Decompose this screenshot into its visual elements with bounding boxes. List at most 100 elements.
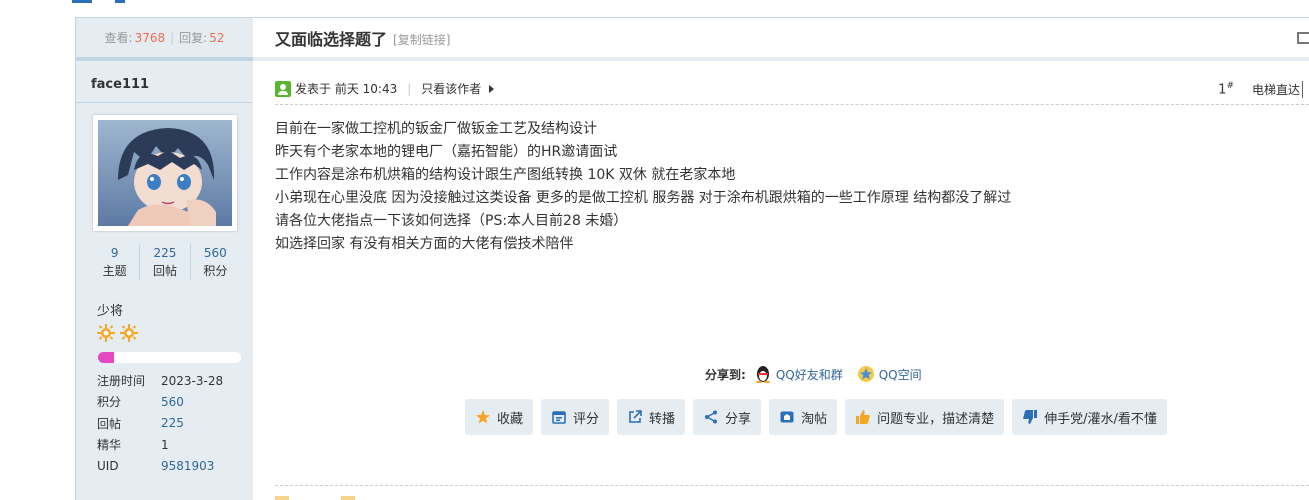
posted-label: 发表于 xyxy=(295,82,332,96)
thumbs-up-icon xyxy=(856,410,870,424)
info-row: 注册时间 2023-3-28 xyxy=(97,370,223,391)
share-bar: 分享到: QQ好友和群 QQ空间 xyxy=(705,365,936,383)
top-link-fragment xyxy=(72,0,92,3)
only-author-link[interactable]: 只看该作者 xyxy=(421,80,481,97)
author-info: 注册时间 2023-3-28 积分 560 回帖 225 精华 1 UID 95… xyxy=(97,370,223,476)
forward-button[interactable]: 转播 xyxy=(617,399,686,435)
copy-link-button[interactable]: [复制链接] xyxy=(393,31,450,48)
info-value[interactable]: 225 xyxy=(161,416,184,430)
taobao-icon xyxy=(780,411,794,423)
avatar[interactable] xyxy=(98,120,232,226)
share-btn-label: 分享 xyxy=(725,411,752,427)
avatar-frame[interactable] xyxy=(93,115,237,231)
next-row-peek xyxy=(275,496,355,500)
count-label: 回帖 xyxy=(152,264,177,278)
page: 查看: 3768 | 回复: 52 face111 9 主题 225 回帖 56… xyxy=(0,0,1309,500)
post-line: 昨天有个老家本地的锂电厂（嘉拓智能）的HR邀请面试 xyxy=(275,144,618,160)
count-label: 积分 xyxy=(203,264,228,278)
rate-label: 评分 xyxy=(573,411,600,427)
folder-icon xyxy=(275,496,289,500)
info-value[interactable]: 9581903 xyxy=(161,459,214,473)
qq-penguin-icon xyxy=(755,366,770,383)
post-line: 如选择回家 有没有相关方面的大佬有偿技术陪伴 xyxy=(275,236,574,252)
forward-label: 转播 xyxy=(649,411,676,427)
info-key: 注册时间 xyxy=(97,374,146,389)
stats-separator: | xyxy=(170,30,175,45)
info-row: 回帖 225 xyxy=(97,413,223,434)
rate-button[interactable]: 评分 xyxy=(541,399,610,435)
info-key: 精华 xyxy=(97,438,122,453)
replies-label: 回复: xyxy=(179,31,208,45)
taobao-button[interactable]: 淘帖 xyxy=(769,399,838,435)
floor-sup: # xyxy=(1226,80,1234,91)
meta-divider: | xyxy=(407,81,412,96)
count-topics[interactable]: 9 主题 xyxy=(90,244,139,280)
share-qq-friends[interactable]: QQ好友和群 xyxy=(754,365,843,383)
dislike-label: 伸手党/灌水/看不懂 xyxy=(1044,411,1157,427)
star-icon xyxy=(476,410,490,424)
info-row: 精华 1 xyxy=(97,434,223,455)
author-counts: 9 主题 225 回帖 560 积分 xyxy=(90,244,240,280)
info-value[interactable]: 560 xyxy=(161,395,184,409)
sun-icon xyxy=(120,324,138,342)
info-key: 回帖 xyxy=(97,416,122,431)
post-main: 又面临选择题了 [复制链接] 发表于 前天 10:43 | 只看该作者 1# 电… xyxy=(253,17,1309,500)
print-icon[interactable] xyxy=(1297,32,1309,44)
caret-right-icon xyxy=(489,84,495,93)
calendar-icon xyxy=(552,411,566,424)
post-line: 请各位大佬指点一下该如何选择（PS:本人目前28 未婚） xyxy=(275,213,628,229)
rank-icons xyxy=(97,324,138,342)
info-row: UID 9581903 xyxy=(97,455,223,476)
floor-info: 1# 电梯直达 xyxy=(1218,73,1303,105)
views-count: 3768 xyxy=(134,30,166,45)
rank-progress-bar xyxy=(98,352,241,363)
info-key: 积分 xyxy=(97,395,122,410)
post-line: 目前在一家做工控机的钣金厂做钣金工艺及结构设计 xyxy=(275,121,597,137)
count-value: 560 xyxy=(203,246,227,260)
thread-title: 又面临选择题了 xyxy=(275,29,388,49)
favorite-button[interactable]: 收藏 xyxy=(465,399,534,435)
info-key: UID xyxy=(97,458,119,473)
share-qzone-label: QQ空间 xyxy=(878,367,922,382)
views-label: 查看: xyxy=(104,31,133,45)
jump-to-floor[interactable]: 电梯直达 xyxy=(1252,80,1303,98)
author-sidebar: 查看: 3768 | 回复: 52 face111 9 主题 225 回帖 56… xyxy=(75,17,253,500)
thread-stats: 查看: 3768 | 回复: 52 xyxy=(76,18,253,61)
post-line: 工作内容是涂布机烘箱的结构设计跟生产图纸转换 10K 双休 就在老家本地 xyxy=(275,167,736,183)
post-actions: 收藏 评分 转播 分享 淘帖 问题专业，描述清楚 伸手党/灌水/看不懂 xyxy=(465,399,1167,435)
post-bottom-divider xyxy=(275,485,1309,486)
share-icon xyxy=(705,410,718,424)
taobao-label: 淘帖 xyxy=(801,411,828,427)
count-points[interactable]: 560 积分 xyxy=(189,244,240,280)
info-row: 积分 560 xyxy=(97,391,223,412)
count-label: 主题 xyxy=(102,264,127,278)
favorite-label: 收藏 xyxy=(497,411,524,427)
share-label: 分享到: xyxy=(705,367,746,382)
thread-title-bar: 又面临选择题了 [复制链接] xyxy=(253,18,1309,61)
like-label: 问题专业，描述清楚 xyxy=(877,411,995,427)
top-link-fragment-2 xyxy=(115,0,125,3)
share-qzone[interactable]: QQ空间 xyxy=(857,365,922,383)
count-posts[interactable]: 225 回帖 xyxy=(139,244,189,280)
external-link-icon xyxy=(629,410,642,423)
post-content: 目前在一家做工控机的钣金厂做钣金工艺及结构设计 昨天有个老家本地的锂电厂（嘉拓智… xyxy=(275,118,1011,256)
folder-icon xyxy=(341,496,355,500)
info-value: 1 xyxy=(161,437,169,452)
count-value: 225 xyxy=(153,246,177,260)
share-qq-friends-label: QQ好友和群 xyxy=(775,367,843,382)
rank-progress-fill xyxy=(98,352,114,363)
thumbs-down-icon xyxy=(1023,410,1038,424)
info-value: 2023-3-28 xyxy=(161,373,224,388)
online-user-icon xyxy=(275,80,291,97)
sun-icon xyxy=(97,324,115,342)
posted-time: 前天 10:43 xyxy=(334,82,398,96)
post-meta: 发表于 前天 10:43 | 只看该作者 1# 电梯直达 xyxy=(275,73,1309,105)
like-button[interactable]: 问题专业，描述清楚 xyxy=(845,399,1005,435)
dislike-button[interactable]: 伸手党/灌水/看不懂 xyxy=(1012,399,1167,435)
floor-number[interactable]: 1# xyxy=(1218,81,1234,97)
author-rank: 少将 xyxy=(97,304,124,319)
replies-count: 52 xyxy=(209,30,225,45)
qzone-star-icon xyxy=(857,366,874,382)
share-button[interactable]: 分享 xyxy=(693,399,762,435)
author-name[interactable]: face111 xyxy=(76,61,253,103)
